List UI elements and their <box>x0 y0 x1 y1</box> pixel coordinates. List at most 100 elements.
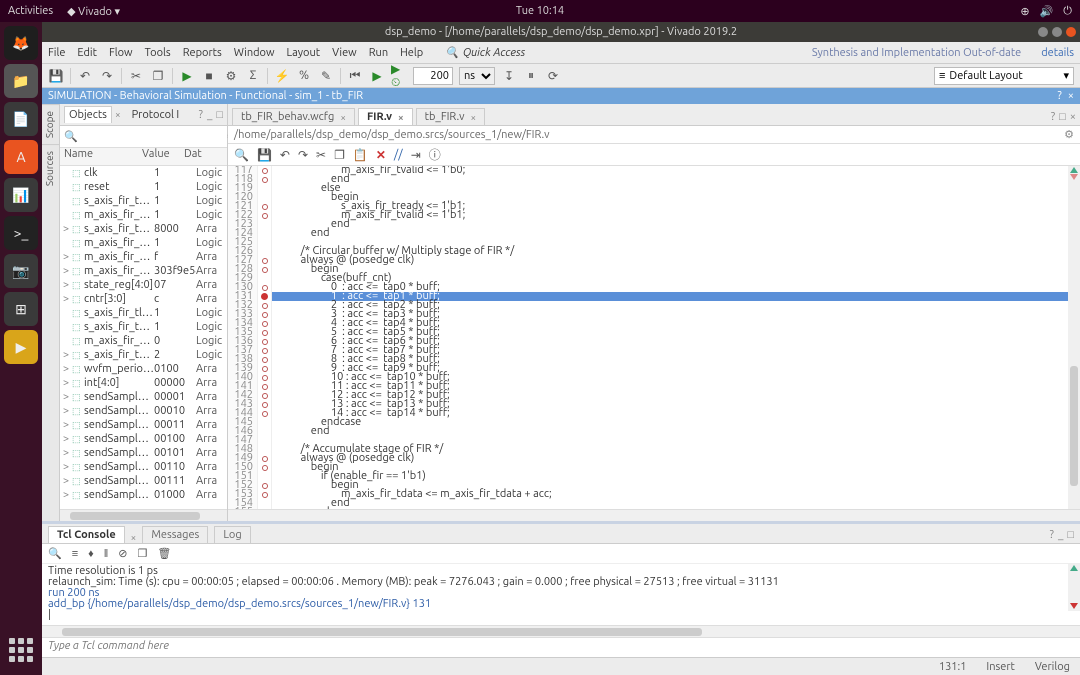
help-icon[interactable]: ? <box>1051 111 1055 123</box>
maximize-icon[interactable]: □ <box>216 109 223 121</box>
col-name[interactable]: Name <box>60 148 142 165</box>
tab-tbfir[interactable]: tb_FIR.v× <box>416 108 485 125</box>
maximize-icon[interactable]: □ <box>1067 529 1074 541</box>
time-unit-select[interactable]: ns <box>459 67 495 85</box>
object-row[interactable]: ⬚s_axis_fir_tvalid1Logic <box>60 194 227 208</box>
h-scrollbar[interactable] <box>60 509 227 521</box>
menu-file[interactable]: File <box>48 47 65 59</box>
object-row[interactable]: >⬚cntr[3:0]cArra <box>60 292 227 306</box>
object-row[interactable]: >⬚state_reg[4:0]07Arra <box>60 278 227 292</box>
tab-messages[interactable]: Messages <box>142 526 208 543</box>
run-time-input[interactable] <box>413 67 453 85</box>
menu-view[interactable]: View <box>332 47 357 59</box>
app-icon[interactable]: A <box>4 140 38 174</box>
menu-reports[interactable]: Reports <box>183 47 222 59</box>
object-row[interactable]: >⬚sendSample3[4:0]00100Arra <box>60 432 227 446</box>
clear-icon[interactable]: ⊘ <box>118 547 127 560</box>
object-row[interactable]: ⬚m_axis_fir_treac1Logic <box>60 208 227 222</box>
menu-window[interactable]: Window <box>234 47 275 59</box>
copy-icon[interactable]: ❐ <box>138 547 148 560</box>
app-menu[interactable]: ◆ Vivado ▾ <box>67 5 120 18</box>
breakpoint-column[interactable] <box>258 166 272 509</box>
vivado-icon[interactable]: ▶ <box>4 330 38 364</box>
object-row[interactable]: >⬚sendSample7[4:0]01000Arra <box>60 488 227 502</box>
col-datatype[interactable]: Dat <box>184 148 227 165</box>
code-area[interactable]: m_axis_fir_tvalid <= 1'b0; end else begi… <box>272 166 1068 509</box>
object-row[interactable]: >⬚sendSample4[4:0]00101Arra <box>60 446 227 460</box>
cut-icon[interactable]: ✂ <box>128 68 144 84</box>
volume-icon[interactable]: 🔊 <box>1040 5 1054 18</box>
object-row[interactable]: >⬚s_axis_fir_tkeep2Logic <box>60 348 227 362</box>
app-icon[interactable]: 📄 <box>4 102 38 136</box>
maximize-icon[interactable]: □ <box>1059 111 1066 123</box>
collapse-icon[interactable]: ♦ <box>88 548 94 560</box>
soffice-icon[interactable]: 📊 <box>4 178 38 212</box>
minimize-icon[interactable]: _ <box>207 109 212 121</box>
object-row[interactable]: >⬚m_axis_fir_tkeepfArra <box>60 250 227 264</box>
pause-icon[interactable]: ⏸ <box>523 68 539 84</box>
search-icon[interactable]: 🔍 <box>48 547 62 560</box>
object-row[interactable]: >⬚sendSample6[4:0]00111Arra <box>60 474 227 488</box>
layout-select[interactable]: ≡ Default Layout ▾ <box>934 67 1074 85</box>
tab-wcfg[interactable]: tb_FIR_behav.wcfg× <box>232 108 355 125</box>
calc-icon[interactable]: ⊞ <box>4 292 38 326</box>
tcl-command-input[interactable] <box>48 640 1074 652</box>
redo-icon[interactable]: ↷ <box>99 68 115 84</box>
tab-tcl-console[interactable]: Tcl Console <box>48 526 125 543</box>
menu-flow[interactable]: Flow <box>109 47 133 59</box>
activities-button[interactable]: Activities <box>8 5 53 18</box>
menu-tools[interactable]: Tools <box>145 47 171 59</box>
gear-icon[interactable]: ⚙ <box>1064 128 1074 141</box>
details-link[interactable]: details <box>1041 47 1074 59</box>
pause-icon[interactable]: ‖ <box>104 548 109 560</box>
save-icon[interactable]: 💾 <box>257 148 272 162</box>
object-row[interactable]: >⬚sendSample0[4:0]00001Arra <box>60 390 227 404</box>
tcl-output[interactable]: Time resolution is 1 psrelaunch_sim: Tim… <box>42 564 1080 625</box>
h-scrollbar[interactable] <box>228 509 1080 521</box>
step-icon[interactable]: ↧ <box>501 68 517 84</box>
object-row[interactable]: ⬚m_axis_fir_tvalid1Logic <box>60 236 227 250</box>
terminal-icon[interactable]: >_ <box>4 216 38 250</box>
copy-icon[interactable]: ❐ <box>334 148 345 162</box>
menu-run[interactable]: Run <box>369 47 388 59</box>
close-icon[interactable] <box>1066 27 1076 37</box>
object-row[interactable]: >⬚int[4:0]00000Arra <box>60 376 227 390</box>
expand-icon[interactable]: ≡ <box>72 548 78 560</box>
object-row[interactable]: >⬚m_axis_fir_tdata303f9e54Arra <box>60 264 227 278</box>
tab-scope[interactable]: Scope <box>42 104 59 144</box>
close-icon[interactable]: × <box>340 112 346 123</box>
quick-access[interactable]: Quick Access <box>463 47 525 59</box>
object-row[interactable]: ⬚s_axis_fir_tlast1Logic <box>60 306 227 320</box>
network-icon[interactable]: ⊕ <box>1020 5 1029 18</box>
save-icon[interactable]: 💾 <box>48 68 64 84</box>
tab-fir[interactable]: FIR.v× <box>358 108 413 125</box>
object-row[interactable]: ⬚m_axis_fir_tlast0Logic <box>60 334 227 348</box>
v-scrollbar[interactable] <box>1068 166 1080 509</box>
tab-protocol[interactable]: Protocol I <box>127 106 185 123</box>
redo-icon[interactable]: ↷ <box>298 148 308 162</box>
cut-icon[interactable]: ✂ <box>316 148 326 162</box>
close-icon[interactable]: × <box>115 109 121 120</box>
tab-log[interactable]: Log <box>214 526 250 543</box>
firefox-icon[interactable]: 🦊 <box>4 26 38 60</box>
object-row[interactable]: ⬚reset1Logic <box>60 180 227 194</box>
tool-icon[interactable]: ✎ <box>318 68 334 84</box>
tab-sources[interactable]: Sources <box>42 144 59 192</box>
sigma-icon[interactable]: Σ <box>245 68 261 84</box>
object-row[interactable]: >⬚sendSample1[4:0]00010Arra <box>60 404 227 418</box>
object-row[interactable]: ⬚s_axis_fir_tread1Logic <box>60 320 227 334</box>
files-icon[interactable]: 📁 <box>4 64 38 98</box>
run-all-icon[interactable]: ▶ <box>369 68 385 84</box>
trash-icon[interactable]: 🗑 <box>157 547 171 560</box>
object-row[interactable]: >⬚sendSample5[4:0]00110Arra <box>60 460 227 474</box>
undo-icon[interactable]: ↶ <box>280 148 290 162</box>
close-icon[interactable]: × <box>1068 90 1074 102</box>
run-icon[interactable]: ▶ <box>179 68 195 84</box>
v-scrollbar[interactable] <box>1068 564 1080 611</box>
indent-icon[interactable]: ⇥ <box>411 148 421 162</box>
gear-icon[interactable]: ⚙ <box>223 68 239 84</box>
reload-icon[interactable]: ⟳ <box>545 68 561 84</box>
tool-icon[interactable]: ⚡ <box>274 68 290 84</box>
search-icon[interactable]: 🔍 <box>234 148 249 162</box>
minimize-icon[interactable]: _ <box>1058 529 1063 541</box>
